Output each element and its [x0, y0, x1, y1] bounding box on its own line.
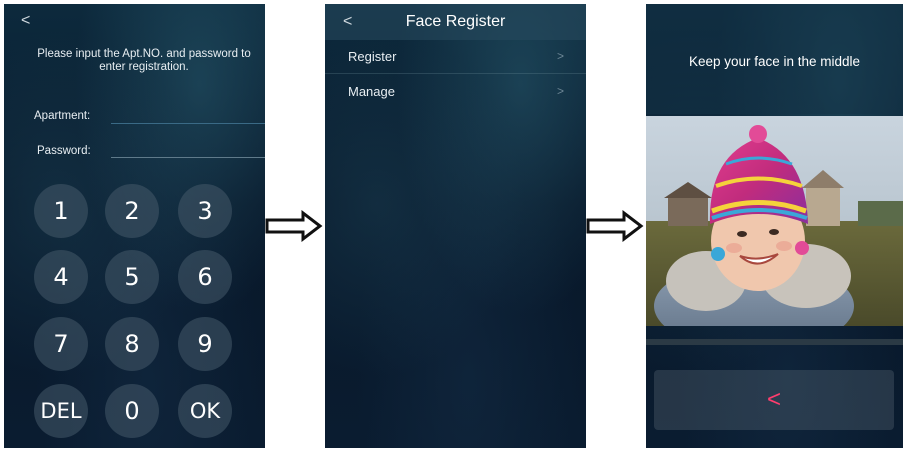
- key-4[interactable]: 4: [34, 250, 88, 304]
- key-9[interactable]: 9: [178, 317, 232, 371]
- key-3[interactable]: 3: [178, 184, 232, 238]
- back-button[interactable]: <: [654, 370, 894, 430]
- key-1[interactable]: 1: [34, 184, 88, 238]
- header: Keep your face in the middle: [646, 4, 903, 114]
- instruction-text: Keep your face in the middle: [688, 54, 861, 69]
- key-ok[interactable]: OK: [178, 384, 232, 438]
- apartment-label: Apartment:: [34, 110, 91, 122]
- key-6[interactable]: 6: [178, 250, 232, 304]
- menu-item-manage[interactable]: Manage >: [325, 75, 586, 109]
- page-title: Face Register: [405, 13, 506, 30]
- password-input[interactable]: [111, 157, 265, 158]
- camera-preview: [646, 116, 903, 326]
- title-bar: < Face Register: [325, 4, 586, 40]
- menu-item-label: Register: [348, 49, 397, 64]
- key-8[interactable]: 8: [105, 317, 159, 371]
- right-arrow-icon: [586, 210, 644, 242]
- key-7[interactable]: 7: [34, 317, 88, 371]
- chevron-left-icon: <: [766, 386, 781, 413]
- face-capture-screen: Keep your face in the middle <: [646, 4, 903, 448]
- key-0[interactable]: 0: [105, 384, 159, 438]
- key-del[interactable]: DEL: [34, 384, 88, 438]
- key-2[interactable]: 2: [105, 184, 159, 238]
- key-5[interactable]: 5: [105, 250, 159, 304]
- divider: [325, 73, 586, 74]
- menu-item-label: Manage: [348, 84, 395, 99]
- chevron-right-icon: >: [556, 84, 564, 98]
- instruction-text: Please input the Apt.NO. and password to…: [37, 48, 251, 73]
- bottom-panel: <: [654, 370, 894, 430]
- password-label: Password:: [37, 145, 91, 157]
- right-arrow-icon: [265, 210, 323, 242]
- chevron-right-icon: >: [556, 49, 564, 63]
- menu-item-register[interactable]: Register >: [325, 40, 586, 74]
- face-register-screen: < Face Register Register > Manage >: [325, 4, 586, 448]
- progress-bar: [646, 339, 903, 345]
- back-chevron-icon[interactable]: <: [21, 13, 30, 29]
- apartment-input[interactable]: [111, 123, 265, 124]
- password-entry-screen: < Please input the Apt.NO. and password …: [4, 4, 265, 448]
